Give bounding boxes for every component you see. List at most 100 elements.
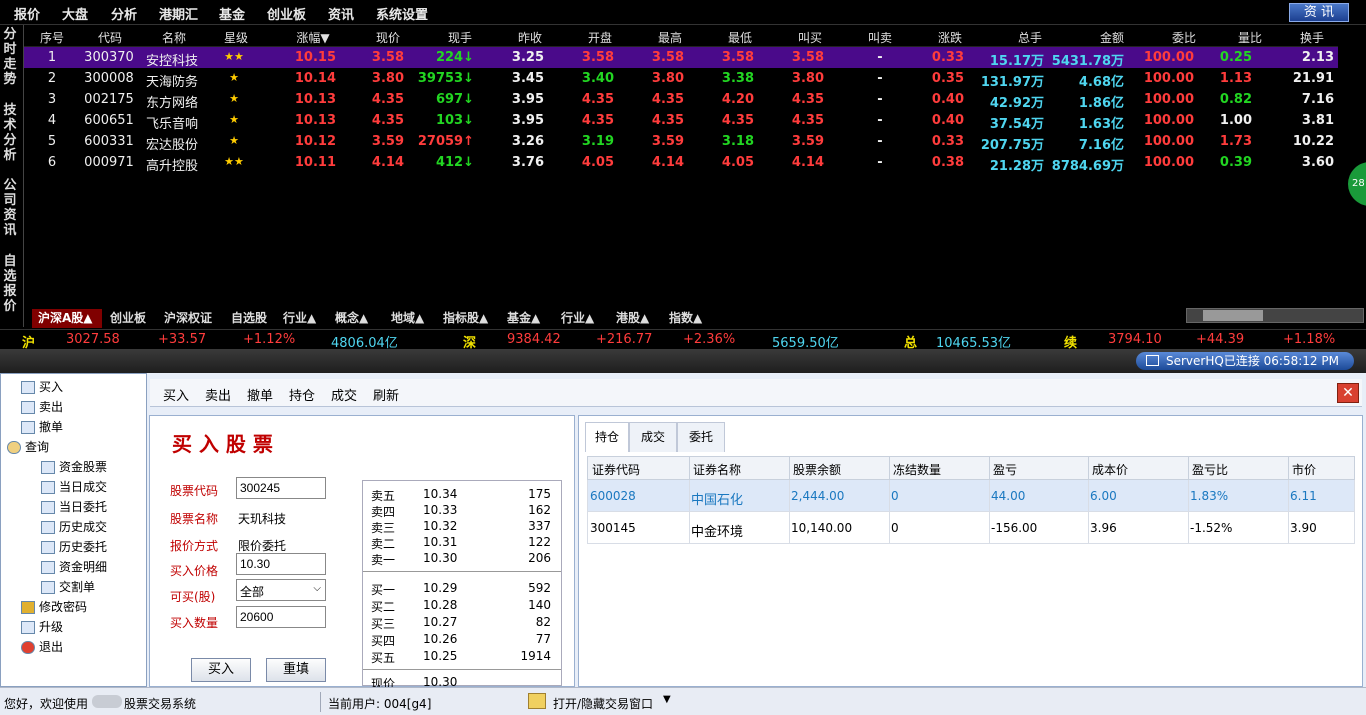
menu-gem[interactable]: 创业板 [267,4,306,23]
col-low[interactable]: 最低 [720,29,760,46]
tb-refresh[interactable]: 刷新 [373,385,399,404]
menu-settings[interactable]: 系统设置 [376,4,428,23]
col-divider [1188,480,1189,512]
reset-button[interactable]: 重填 [266,658,326,682]
tb-position[interactable]: 持仓 [289,385,315,404]
holdings-col-header[interactable]: 冻结数量 [893,461,941,478]
tab-deals[interactable]: 成交 [629,422,677,452]
market-tab[interactable]: 港股▲ [610,309,661,328]
col-code[interactable]: 代码 [90,29,130,46]
col-hs[interactable]: 换手 [1292,29,1332,46]
market-tab[interactable]: 自选股 [225,309,275,328]
holdings-col-header[interactable]: 证券代码 [592,461,640,478]
vtab-watchlist[interactable]: 自选报价 [0,254,20,314]
table-row[interactable]: 1 300370 安控科技 ★★ 10.15 3.58 224↓ 3.25 3.58 3.58 3.… [24,47,1338,69]
market-tab[interactable]: 沪深A股▲ [32,309,102,328]
holdings-row[interactable]: 600028 中国石化 2,444.00 0 44.00 6.00 1.83% 6.11 [587,480,1355,512]
vtab-technical[interactable]: 技术分析 [0,103,20,163]
market-tab[interactable]: 行业▲ [555,309,608,328]
menu-fund[interactable]: 基金 [219,4,245,23]
buy-quantity-input[interactable] [236,606,326,628]
col-bid[interactable]: 叫买 [790,29,830,46]
menu-news[interactable]: 资讯 [328,4,354,23]
holdings-col-header[interactable]: 盈亏 [993,461,1017,478]
tree-sell[interactable]: 卖出 [21,398,63,415]
table-row[interactable]: 2 300008 天海防务 ★ 10.14 3.80 39753↓ 3.45 3.40 3.80 3… [24,68,1338,90]
col-vol[interactable]: 现手 [440,29,480,46]
holdings-col-header[interactable]: 成本价 [1092,461,1128,478]
tb-sell[interactable]: 卖出 [205,385,231,404]
server-connection-status[interactable]: ServerHQ已连接 06:58:12 PM [1136,352,1354,370]
market-tab[interactable]: 地域▲ [385,309,435,328]
col-open[interactable]: 开盘 [580,29,620,46]
close-button[interactable]: ✕ [1337,383,1359,403]
col-total[interactable]: 总手 [1010,29,1050,46]
holdings-col-header[interactable]: 市价 [1292,461,1316,478]
tree-query[interactable]: 查询 [7,438,49,455]
tree-history-orders[interactable]: 历史委托 [41,538,107,555]
market-tab[interactable]: 指数▲ [663,309,719,328]
vtab-intraday[interactable]: 分时走势 [0,27,20,87]
menu-market[interactable]: 大盘 [62,4,88,23]
tb-deals[interactable]: 成交 [331,385,357,404]
menu-hk-futures[interactable]: 港期汇 [159,4,198,23]
col-ask[interactable]: 叫卖 [860,29,900,46]
tb-cancel[interactable]: 撤单 [247,385,273,404]
col-stars[interactable]: 星级 [216,29,256,46]
col-prev[interactable]: 昨收 [510,29,550,46]
col-name[interactable]: 名称 [154,29,194,46]
buy-price-input[interactable] [236,553,326,575]
tree-buy[interactable]: 买入 [21,378,63,395]
table-row[interactable]: 4 600651 飞乐音响 ★ 10.13 4.35 103↓ 3.95 4.35 4.35 4.3… [24,110,1338,132]
tree-funds-stocks[interactable]: 资金股票 [41,458,107,475]
tree-settlement[interactable]: 交割单 [41,578,95,595]
col-wb[interactable]: 委比 [1164,29,1204,46]
buy-submit-button[interactable]: 买入 [191,658,251,682]
tree-today-deals[interactable]: 当日成交 [41,478,107,495]
col-high[interactable]: 最高 [650,29,690,46]
market-tab[interactable]: 创业板 [104,309,156,328]
horizontal-scrollbar[interactable] [1186,308,1364,323]
dropdown-arrow-icon[interactable]: ▼ [663,694,671,705]
connection-text: ServerHQ已连接 06:58:12 PM [1166,354,1339,368]
col-no[interactable]: 序号 [36,29,68,46]
market-tab[interactable]: 指标股▲ [437,309,499,328]
tree-upgrade[interactable]: 升级 [21,618,63,635]
vtab-company-news[interactable]: 公司资讯 [0,178,20,238]
available-select[interactable]: 全部 ⌵ [236,579,326,601]
market-tab[interactable]: 行业▲ [277,309,327,328]
holdings-col-header[interactable]: 股票余额 [793,461,841,478]
menu-quote[interactable]: 报价 [14,4,40,23]
market-tab[interactable]: 基金▲ [501,309,553,328]
tree-change-password[interactable]: 修改密码 [21,598,87,615]
tree-today-orders[interactable]: 当日委托 [41,498,107,515]
tb-buy[interactable]: 买入 [163,385,189,404]
tree-history-deals[interactable]: 历史成交 [41,518,107,535]
table-row[interactable]: 5 600331 宏达股份 ★ 10.12 3.59 27059↑ 3.26 3.19 3.59 3… [24,131,1338,153]
scroll-thumb[interactable] [1203,310,1263,321]
table-row[interactable]: 3 002175 东方网络 ★ 10.13 4.35 697↓ 3.95 4.35 4.35 4.2… [24,89,1338,111]
col-amount[interactable]: 金额 [1092,29,1132,46]
holdings-col-header[interactable]: 盈亏比 [1192,461,1228,478]
holdings-col-header[interactable]: 证券名称 [693,461,741,478]
tab-orders[interactable]: 委托 [677,422,725,452]
tab-holdings[interactable]: 持仓 [585,422,629,452]
tree-fund-details[interactable]: 资金明细 [41,558,107,575]
col-lb[interactable]: 量比 [1230,29,1270,46]
toggle-trade-window[interactable]: 打开/隐藏交易窗口 [553,695,653,712]
menu-analysis[interactable]: 分析 [111,4,137,23]
tree-exit[interactable]: 退出 [21,638,63,655]
market-tab[interactable]: 概念▲ [329,309,383,328]
stock-code-input[interactable] [236,477,326,499]
col-price[interactable]: 现价 [368,29,408,46]
cell-low: 3.58 [721,50,754,65]
market-tab[interactable]: 沪深权证 [158,309,223,328]
col-divider [689,512,690,544]
tree-cancel[interactable]: 撤单 [21,418,63,435]
col-chg-pct[interactable]: 涨幅▼ [288,29,338,46]
col-chg[interactable]: 涨跌 [930,29,970,46]
holdings-row[interactable]: 300145 中金环境 10,140.00 0 -156.00 3.96 -1.52% 3.9… [587,512,1355,544]
market-tabs: 沪深A股▲ 创业板 沪深权证 自选股 行业▲ 概念▲ 地域▲ 指标股▲ 基金▲ 行业▲ 港股▲ 指数▲ [24,309,1366,329]
info-button[interactable]: 资 讯 [1289,3,1349,22]
table-row[interactable]: 6 000971 高升控股 ★★ 10.11 4.14 412↓ 3.76 4.05 4.14 4.… [24,152,1338,174]
